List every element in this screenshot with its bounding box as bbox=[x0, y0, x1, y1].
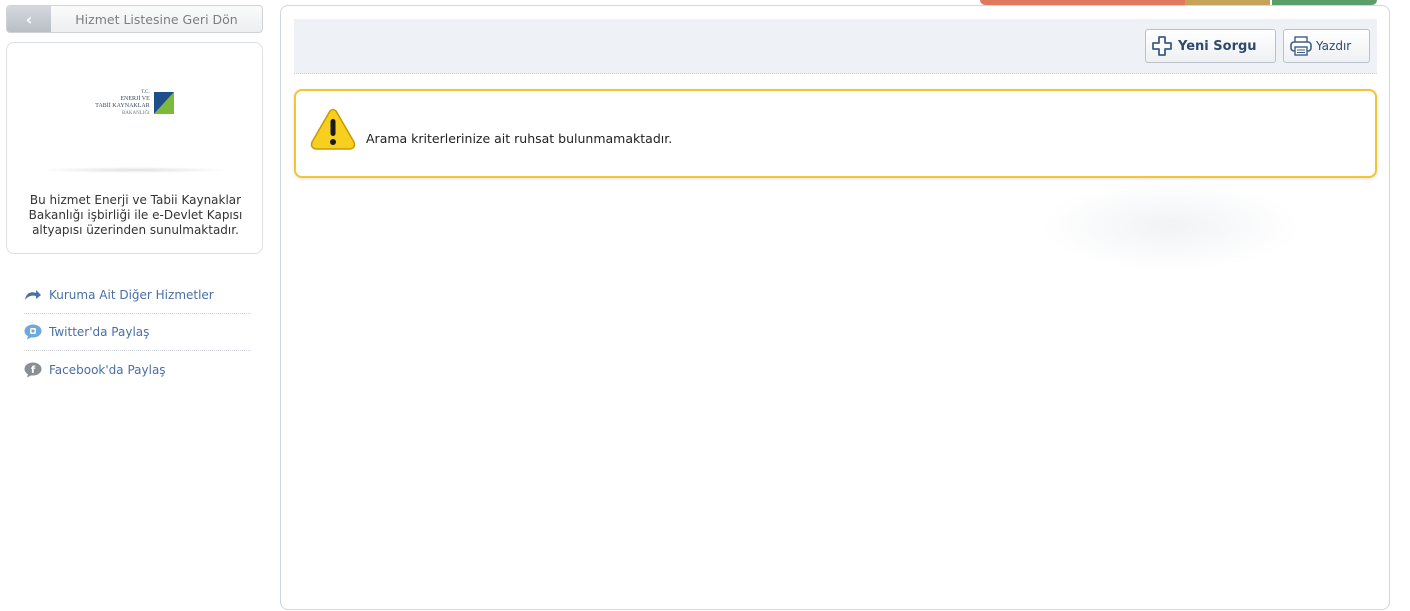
print-label: Yazdır bbox=[1316, 39, 1352, 53]
logo-line-1: T.C. bbox=[141, 90, 150, 95]
institution-logo-text: T.C. ENERJİ VE TABİİ KAYNAKLAR BAKANLIĞI bbox=[95, 89, 149, 117]
back-button-label: Hizmet Listesine Geri Dön bbox=[75, 11, 238, 27]
institution-description: Bu hizmet Enerji ve Tabii Kaynaklar Baka… bbox=[28, 193, 243, 237]
facebook-bubble-icon: f bbox=[24, 362, 42, 378]
logo-line-4: BAKANLIĞI bbox=[121, 111, 150, 116]
printer-icon bbox=[1290, 36, 1312, 56]
other-services-link[interactable]: Kuruma Ait Diğer Hizmetler bbox=[24, 277, 251, 314]
ministry-logo-icon bbox=[153, 92, 174, 114]
other-services-label: Kuruma Ait Diğer Hizmetler bbox=[49, 288, 214, 302]
card-divider bbox=[37, 167, 233, 173]
toolbar: Yeni Sorgu Yazdır bbox=[294, 19, 1377, 74]
side-links: Kuruma Ait Diğer Hizmetler Twitter'da Pa… bbox=[24, 277, 251, 388]
institution-logo: T.C. ENERJİ VE TABİİ KAYNAKLAR BAKANLIĞI bbox=[7, 43, 262, 163]
svg-text:f: f bbox=[31, 365, 36, 376]
print-button[interactable]: Yazdır bbox=[1283, 29, 1370, 63]
back-to-service-list-button[interactable]: ‹ Hizmet Listesine Geri Dön bbox=[6, 5, 263, 33]
twitter-bubble-icon bbox=[24, 324, 42, 340]
share-twitter-label: Twitter'da Paylaş bbox=[49, 325, 150, 339]
share-facebook-link[interactable]: f Facebook'da Paylaş bbox=[24, 351, 251, 388]
arrow-curve-icon bbox=[24, 287, 42, 303]
no-results-alert: Arama kriterlerinize ait ruhsat bulunmam… bbox=[294, 89, 1377, 178]
share-facebook-label: Facebook'da Paylaş bbox=[49, 362, 166, 377]
warning-icon bbox=[310, 108, 356, 150]
new-query-button[interactable]: Yeni Sorgu bbox=[1145, 29, 1276, 63]
plus-icon bbox=[1152, 36, 1172, 56]
main-content-panel: Yeni Sorgu Yazdır Arama kriterlerinize a… bbox=[280, 5, 1390, 610]
logo-line-2: ENERJİ VE bbox=[120, 96, 150, 102]
new-query-label: Yeni Sorgu bbox=[1178, 38, 1257, 54]
logo-line-3: TABİİ KAYNAKLAR bbox=[95, 103, 150, 109]
chevron-left-icon: ‹ bbox=[7, 6, 51, 32]
institution-card: T.C. ENERJİ VE TABİİ KAYNAKLAR BAKANLIĞI… bbox=[6, 42, 263, 254]
background-watermark bbox=[1041, 181, 1301, 271]
share-twitter-link[interactable]: Twitter'da Paylaş bbox=[24, 314, 251, 351]
alert-message: Arama kriterlerinize ait ruhsat bulunmam… bbox=[366, 131, 673, 146]
